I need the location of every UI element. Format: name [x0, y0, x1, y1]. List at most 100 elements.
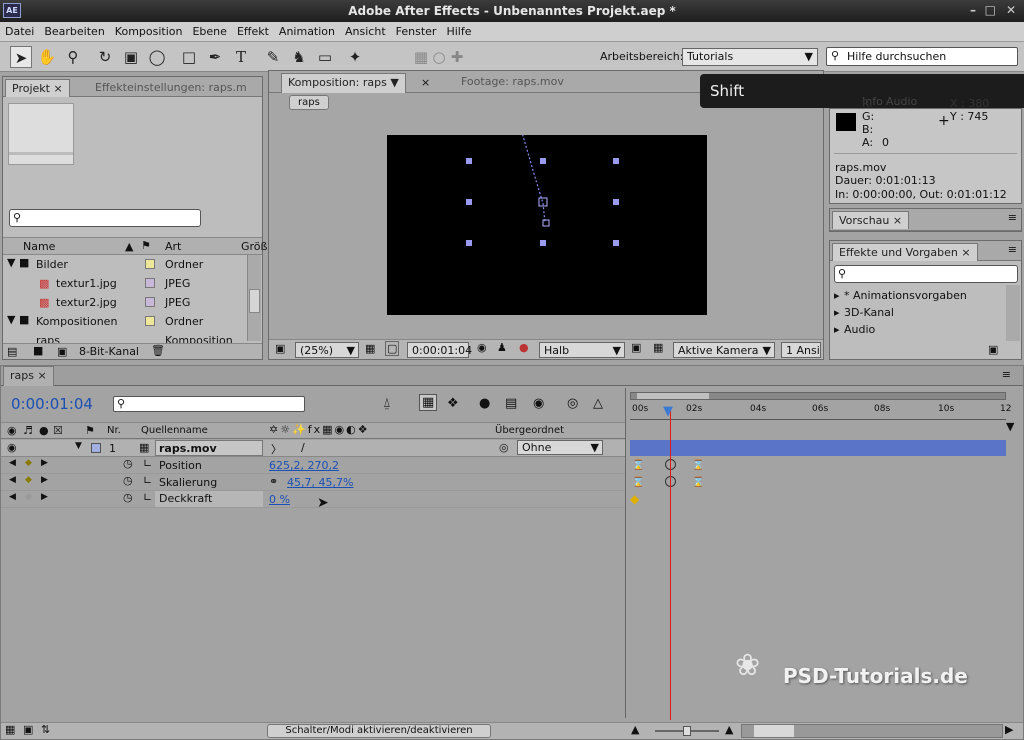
keyframe-icon[interactable]: ⌛ — [692, 477, 704, 488]
text-tool-icon[interactable]: T — [230, 46, 252, 68]
menu-ansicht[interactable]: Ansicht — [340, 22, 391, 38]
menu-effekt[interactable]: Effekt — [232, 22, 274, 38]
close-icon[interactable]: × — [53, 82, 62, 95]
expand-icon[interactable]: ▼ — [7, 256, 15, 269]
timeline-timecode[interactable]: 0:00:01:04 — [11, 395, 93, 413]
minimize-icon[interactable]: – — [970, 3, 976, 17]
next-keyframe-icon[interactable]: ▶ — [41, 492, 48, 502]
zoom-out-icon[interactable]: ▲ — [631, 723, 639, 736]
comp-mini-flowchart-icon[interactable]: ⍙ — [383, 396, 391, 411]
parent-select[interactable]: Ohne ▼ — [517, 440, 603, 455]
toggle-switches-icon[interactable]: ▦ — [5, 723, 15, 736]
tab-vorschau[interactable]: Vorschau × — [832, 211, 910, 229]
next-keyframe-icon[interactable]: ▶ — [41, 458, 48, 468]
selection-tool-icon[interactable]: ➤ — [10, 46, 32, 68]
zoom-in-icon[interactable]: ▲ — [725, 723, 733, 736]
audio-tab-label[interactable]: Audio — [886, 95, 917, 108]
transparency-grid-icon[interactable]: ▦ — [653, 341, 663, 354]
snapshot-icon[interactable]: ◉ — [477, 341, 487, 354]
column-name[interactable]: Name — [23, 240, 55, 253]
safe-margins-icon[interactable]: ▦ — [365, 342, 375, 355]
bit-depth-label[interactable]: 8-Bit-Kanal — [79, 345, 139, 358]
camera-tool-icon[interactable]: ▣ — [120, 46, 142, 68]
list-item[interactable]: ▩ textur2.jpg JPEG — [3, 294, 247, 313]
project-search-input[interactable]: ⚲ — [9, 209, 201, 227]
help-search-field[interactable]: ⚲ Hilfe durchsuchen — [826, 47, 1018, 66]
new-preset-icon[interactable]: ▣ — [988, 343, 998, 356]
prev-keyframe-icon[interactable]: ◀ — [9, 458, 16, 468]
panel-menu-icon[interactable]: ≡ — [1008, 243, 1017, 256]
add-keyframe-icon[interactable]: ◆ — [25, 492, 32, 502]
list-item[interactable]: ▩ textur1.jpg JPEG — [3, 275, 247, 294]
keyframe-icon[interactable]: ⌛ — [632, 477, 644, 488]
comp-breadcrumb[interactable]: raps — [289, 95, 329, 110]
maximize-icon[interactable]: □ — [985, 3, 996, 17]
shy-switch-icon[interactable]: 〉 — [271, 441, 282, 457]
resolution-select[interactable]: Halb ▼ — [539, 342, 625, 358]
property-row[interactable]: ◀ ◆ ▶ ◷ ∟ Position 625,2, 270,2 — [1, 457, 625, 474]
layer-row[interactable]: ◉ ▼ 1 ▦ raps.mov 〉 ∕ ◎ Ohne ▼ — [1, 440, 625, 457]
prev-keyframe-icon[interactable]: ◀ — [9, 475, 16, 485]
layer-name[interactable]: raps.mov — [155, 440, 263, 456]
close-icon[interactable]: ✕ — [1006, 3, 1016, 17]
effects-search-input[interactable]: ⚲ — [834, 265, 1018, 283]
menu-animation[interactable]: Animation — [274, 22, 340, 38]
zoom-tool-icon[interactable]: ⚲ — [62, 46, 84, 68]
timeline-scrollbar[interactable] — [741, 724, 1003, 738]
always-preview-icon[interactable]: ▣ — [275, 342, 285, 355]
stopwatch-icon[interactable]: ◷ — [123, 457, 133, 470]
close-icon[interactable]: × — [893, 214, 902, 227]
mask-visibility-icon[interactable]: ▢ — [385, 341, 400, 356]
timecode-display[interactable]: 0:00:01:04 — [407, 342, 472, 358]
clone-stamp-tool-icon[interactable]: ♞ — [288, 46, 310, 68]
close-icon[interactable]: × — [421, 76, 430, 89]
rectangle-tool-icon[interactable]: □ — [178, 46, 200, 68]
tab-raps[interactable]: raps × — [3, 366, 54, 386]
playhead-icon[interactable]: ▼ — [663, 404, 673, 419]
link-icon[interactable]: ⚭ — [269, 475, 278, 488]
property-row[interactable]: ◀ ◆ ▶ ◷ ∟ Deckkraft 0 % ➤ — [1, 491, 625, 511]
hand-tool-icon[interactable]: ✋ — [36, 46, 58, 68]
next-keyframe-icon[interactable]: ▶ — [41, 475, 48, 485]
zoom-slider[interactable] — [655, 726, 719, 736]
menu-bearbeiten[interactable]: Bearbeiten — [39, 22, 109, 38]
toggle-switches-modes-button[interactable]: Schalter/Modi aktivieren/deaktivieren — [267, 724, 491, 738]
column-source[interactable]: Quellenname — [141, 425, 208, 436]
timeline-search-input[interactable]: ⚲ — [113, 396, 305, 412]
pan-behind-tool-icon[interactable]: ◯ — [146, 46, 168, 68]
menu-komposition[interactable]: Komposition — [110, 22, 188, 38]
tab-footage[interactable]: Footage: raps.mov — [455, 73, 570, 91]
toggle-stretch-icon[interactable]: ⇅ — [41, 723, 50, 736]
add-keyframe-icon[interactable]: ◆ — [25, 475, 32, 485]
layer-duration-bar[interactable] — [630, 440, 1006, 456]
property-value[interactable]: 0 % — [269, 493, 290, 506]
time-ruler[interactable]: 00s 02s 04s 06s 08s 10s 12 — [630, 402, 1011, 420]
keyframe-icon[interactable]: ⌛ — [632, 460, 644, 471]
panel-menu-icon[interactable]: ≡ — [1002, 368, 1011, 381]
add-keyframe-icon[interactable]: ◆ — [25, 458, 32, 468]
live-update-icon[interactable]: ▦ — [419, 394, 438, 411]
view-axis-icon[interactable]: ✚ — [446, 46, 468, 68]
column-size[interactable]: Größ — [241, 240, 267, 253]
scroll-right-icon[interactable]: ▶ — [1005, 723, 1013, 736]
menu-datei[interactable]: Datei — [0, 22, 39, 38]
quality-switch-icon[interactable]: ∕ — [301, 441, 305, 454]
trash-icon[interactable]: 🗑 — [151, 344, 165, 357]
tab-effekte[interactable]: Effekte und Vorgaben × — [832, 243, 978, 261]
frame-blending-icon[interactable]: ▤ — [505, 396, 517, 411]
current-time-indicator[interactable] — [670, 408, 671, 720]
property-row[interactable]: ◀ ◆ ▶ ◷ ∟ Skalierung ⚭ 45,7, 45,7% — [1, 474, 625, 491]
graph-editor-icon[interactable]: △ — [593, 396, 603, 411]
new-folder-icon[interactable]: ■ — [33, 344, 43, 357]
list-item[interactable]: ▼ ■ Kompositionen Ordner — [3, 313, 247, 332]
stopwatch-icon[interactable]: ◷ — [123, 491, 133, 504]
show-snapshot-icon[interactable]: ♟ — [497, 341, 507, 354]
tab-komposition[interactable]: Komposition: raps ▼ — [281, 73, 406, 93]
tab-projekt[interactable]: Projekt × — [5, 79, 70, 97]
rotate-tool-icon[interactable]: ↻ — [94, 46, 116, 68]
eraser-tool-icon[interactable]: ▭ — [314, 46, 336, 68]
menu-fenster[interactable]: Fenster — [391, 22, 442, 38]
eye-icon[interactable]: ◉ — [7, 441, 17, 454]
chevron-down-icon[interactable]: ▼ — [390, 76, 398, 89]
menu-hilfe[interactable]: Hilfe — [441, 22, 476, 38]
